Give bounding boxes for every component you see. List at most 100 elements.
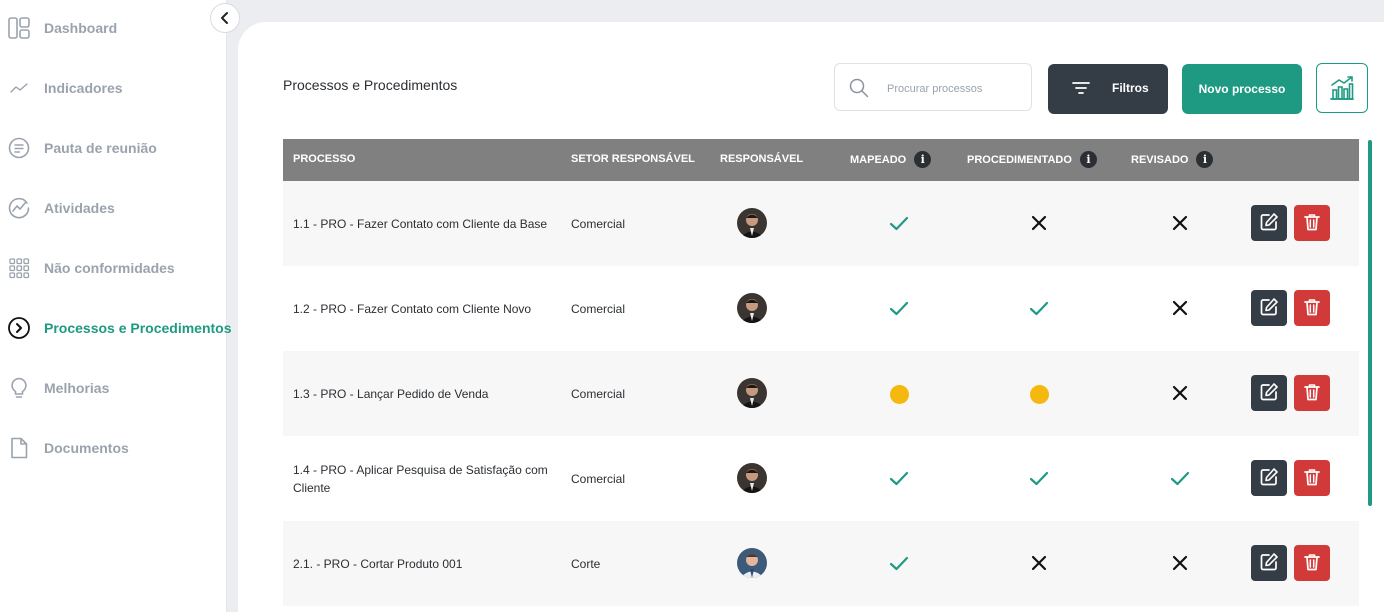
sidebar-item-label: Pauta de reunião [44, 140, 157, 156]
edit-icon [1259, 382, 1279, 405]
chart-icon [1330, 76, 1354, 100]
delete-button[interactable] [1294, 545, 1330, 581]
status-revisado [1168, 213, 1192, 235]
edit-button[interactable] [1251, 290, 1287, 326]
process-name[interactable]: 2.1. - PRO - Cortar Produto 001 [293, 521, 553, 606]
sidebar-item-chevron-circle[interactable]: Processos e Procedimentos [0, 308, 232, 348]
status-mapeado [887, 553, 911, 575]
table-header: PROCESSO SETOR RESPONSÁVEL RESPONSÁVEL M… [283, 139, 1359, 181]
status-procedimentado [1027, 213, 1051, 235]
filter-label: Filtros [1112, 81, 1149, 95]
status-mapeado [887, 383, 911, 405]
process-name[interactable]: 1.1 - PRO - Fazer Contato com Cliente da… [293, 181, 553, 266]
sidebar-item-agenda[interactable]: Pauta de reunião [0, 128, 226, 168]
avatar [737, 208, 767, 238]
status-revisado [1168, 383, 1192, 405]
delete-button[interactable] [1294, 460, 1330, 496]
trash-icon [1302, 382, 1322, 405]
check-icon [1028, 297, 1050, 322]
collapse-sidebar-button[interactable] [210, 3, 240, 33]
scrollbar[interactable] [1368, 140, 1372, 506]
process-name[interactable]: 1.2 - PRO - Fazer Contato com Cliente No… [293, 266, 553, 351]
lightbulb-icon [7, 376, 31, 400]
status-revisado [1168, 298, 1192, 320]
info-icon[interactable]: i [914, 151, 932, 168]
status-revisado [1168, 553, 1192, 575]
edit-button[interactable] [1251, 205, 1287, 241]
delete-button[interactable] [1294, 375, 1330, 411]
status-revisado [1168, 468, 1192, 490]
search-icon [849, 78, 869, 103]
sidebar-item-label: Não conformidades [44, 260, 175, 276]
chart-view-button[interactable] [1316, 63, 1368, 113]
sidebar-item-activity[interactable]: Atividades [0, 188, 226, 228]
trash-icon [1302, 552, 1322, 575]
pending-status-dot [1029, 384, 1049, 404]
column-mapeado[interactable]: MAPEADO i [850, 151, 932, 168]
sidebar-item-label: Atividades [44, 200, 115, 216]
column-procedimentado[interactable]: PROCEDIMENTADO i [967, 151, 1097, 168]
sidebar-item-document[interactable]: Documentos [0, 428, 226, 468]
info-icon[interactable]: i [1079, 151, 1097, 168]
status-procedimentado [1027, 553, 1051, 575]
edit-button[interactable] [1251, 545, 1287, 581]
delete-button[interactable] [1294, 290, 1330, 326]
sidebar-item-label: Documentos [44, 440, 129, 456]
check-icon [1169, 467, 1191, 492]
avatar [737, 548, 767, 578]
status-mapeado [887, 468, 911, 490]
sidebar-item-trend[interactable]: Indicadores [0, 68, 226, 108]
sidebar-item-dashboard[interactable]: Dashboard [0, 8, 226, 48]
table-row[interactable]: 1.1 - PRO - Fazer Contato com Cliente da… [283, 181, 1359, 266]
column-processo[interactable]: PROCESSO [293, 153, 355, 165]
search-box[interactable] [834, 63, 1032, 111]
dashboard-icon [7, 16, 31, 40]
column-responsavel[interactable]: RESPONSÁVEL [720, 153, 803, 165]
sidebar-item-label: Dashboard [44, 20, 118, 36]
process-table: PROCESSO SETOR RESPONSÁVEL RESPONSÁVEL M… [283, 139, 1359, 606]
edit-button[interactable] [1251, 375, 1287, 411]
trash-icon [1302, 467, 1322, 490]
new-process-button[interactable]: Novo processo [1182, 64, 1302, 114]
sidebar-item-grid[interactable]: Não conformidades [0, 248, 226, 288]
sidebar-item-lightbulb[interactable]: Melhorias [0, 368, 226, 408]
table-row[interactable]: 1.4 - PRO - Aplicar Pesquisa de Satisfaç… [283, 436, 1359, 521]
search-input[interactable] [885, 78, 1029, 100]
status-procedimentado [1027, 383, 1051, 405]
table-row[interactable]: 1.2 - PRO - Fazer Contato com Cliente No… [283, 266, 1359, 351]
table-row[interactable]: 1.3 - PRO - Lançar Pedido de Venda Comer… [283, 351, 1359, 436]
cross-icon [1172, 555, 1188, 574]
sidebar: Dashboard Indicadores Pauta de reunião A… [0, 0, 232, 612]
process-name[interactable]: 1.3 - PRO - Lançar Pedido de Venda [293, 351, 553, 436]
sidebar-item-label: Indicadores [44, 80, 123, 96]
status-mapeado [887, 298, 911, 320]
trash-icon [1302, 212, 1322, 235]
cross-icon [1031, 215, 1047, 234]
cross-icon [1172, 385, 1188, 404]
document-icon [7, 436, 31, 460]
filter-icon [1072, 81, 1090, 98]
sector-name: Comercial [571, 471, 626, 486]
edit-button[interactable] [1251, 460, 1287, 496]
delete-button[interactable] [1294, 205, 1330, 241]
sector-name: Comercial [571, 386, 626, 401]
check-icon [888, 552, 910, 577]
check-icon [888, 212, 910, 237]
table-row[interactable]: 2.1. - PRO - Cortar Produto 001 Corte [283, 521, 1359, 606]
process-name[interactable]: 1.4 - PRO - Aplicar Pesquisa de Satisfaç… [293, 436, 553, 521]
avatar [737, 293, 767, 323]
chevron-left-icon [221, 12, 228, 24]
info-icon[interactable]: i [1196, 151, 1214, 168]
sidebar-item-label: Processos e Procedimentos [44, 320, 232, 336]
main-panel: Processos e Procedimentos Filtros Novo p… [238, 22, 1384, 612]
edit-icon [1259, 212, 1279, 235]
trash-icon [1302, 297, 1322, 320]
pending-status-dot [889, 384, 909, 404]
sector-name: Comercial [571, 301, 626, 316]
column-setor[interactable]: SETOR RESPONSÁVEL [571, 153, 695, 165]
agenda-icon [7, 136, 31, 160]
filter-button[interactable]: Filtros [1048, 64, 1168, 114]
cross-icon [1172, 300, 1188, 319]
column-revisado[interactable]: REVISADO i [1131, 151, 1214, 168]
table-body: 1.1 - PRO - Fazer Contato com Cliente da… [283, 181, 1359, 606]
